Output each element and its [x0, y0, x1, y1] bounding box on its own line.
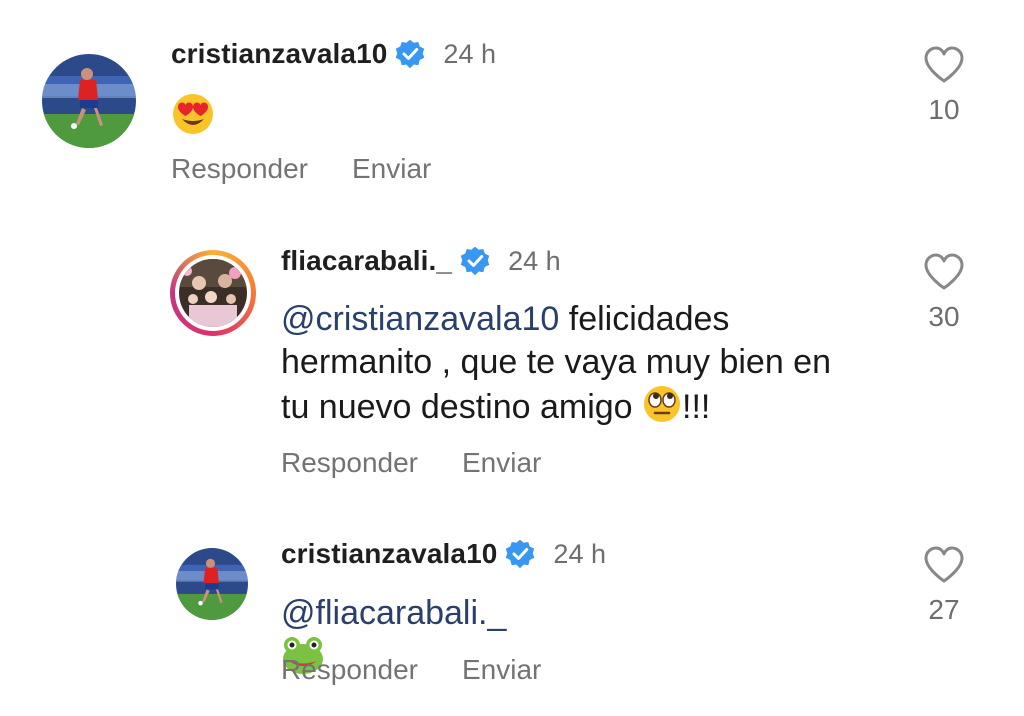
send-button[interactable]: Enviar — [462, 654, 541, 686]
verified-badge-icon — [396, 39, 425, 69]
comment-actions: Responder Enviar — [281, 447, 541, 479]
send-button[interactable]: Enviar — [462, 447, 541, 479]
avatar[interactable] — [42, 54, 136, 148]
username[interactable]: fliacarabali._ — [281, 245, 452, 277]
comment-header: cristianzavala10 24 h — [171, 38, 496, 70]
comment-text: @cristianzavala10 felicidades hermanito … — [281, 298, 901, 429]
like-count: 10 — [928, 94, 960, 125]
heart-outline-icon[interactable] — [923, 546, 965, 584]
verified-badge-icon — [506, 539, 535, 569]
heart-outline-icon[interactable] — [923, 253, 965, 291]
comment-actions: Responder Enviar — [281, 654, 541, 686]
comment-text-line3: tu nuevo destino amigo — [281, 388, 643, 426]
heart-eyes-emoji-icon — [173, 94, 213, 134]
comment-header: cristianzavala10 24 h — [281, 538, 606, 570]
comment-text — [171, 92, 215, 141]
mention-link[interactable]: @cristianzavala10 — [281, 300, 559, 338]
rolling-eyes-emoji-icon — [644, 386, 681, 422]
like-control: 30 — [914, 253, 974, 333]
avatar — [179, 259, 247, 327]
avatar[interactable] — [176, 548, 248, 620]
like-control: 10 — [914, 46, 974, 126]
like-count: 30 — [928, 301, 960, 332]
timestamp: 24 h — [443, 38, 496, 69]
reply-button[interactable]: Responder — [281, 654, 418, 686]
mention-link[interactable]: @fliacarabali._ — [281, 594, 506, 632]
comment-actions: Responder Enviar — [171, 153, 431, 185]
comment-text-line2: hermanito , que te vaya muy bien en — [281, 343, 831, 381]
username[interactable]: cristianzavala10 — [171, 38, 387, 70]
verified-badge-icon — [460, 246, 490, 276]
heart-outline-icon[interactable] — [923, 46, 965, 84]
comment-header: fliacarabali._ 24 h — [281, 245, 561, 277]
reply-button[interactable]: Responder — [281, 447, 418, 479]
like-control: 27 — [914, 546, 974, 626]
timestamp: 24 h — [508, 245, 561, 276]
comments-thread: cristianzavala10 24 h Responder Enviar 1… — [0, 0, 1024, 716]
like-count: 27 — [928, 594, 960, 625]
send-button[interactable]: Enviar — [352, 153, 431, 185]
comment-text-suffix: !!! — [682, 388, 711, 426]
comment-text-line1: felicidades — [559, 300, 730, 338]
username[interactable]: cristianzavala10 — [281, 538, 497, 570]
avatar-story-ring[interactable] — [170, 250, 256, 336]
timestamp: 24 h — [553, 538, 606, 569]
reply-button[interactable]: Responder — [171, 153, 308, 185]
